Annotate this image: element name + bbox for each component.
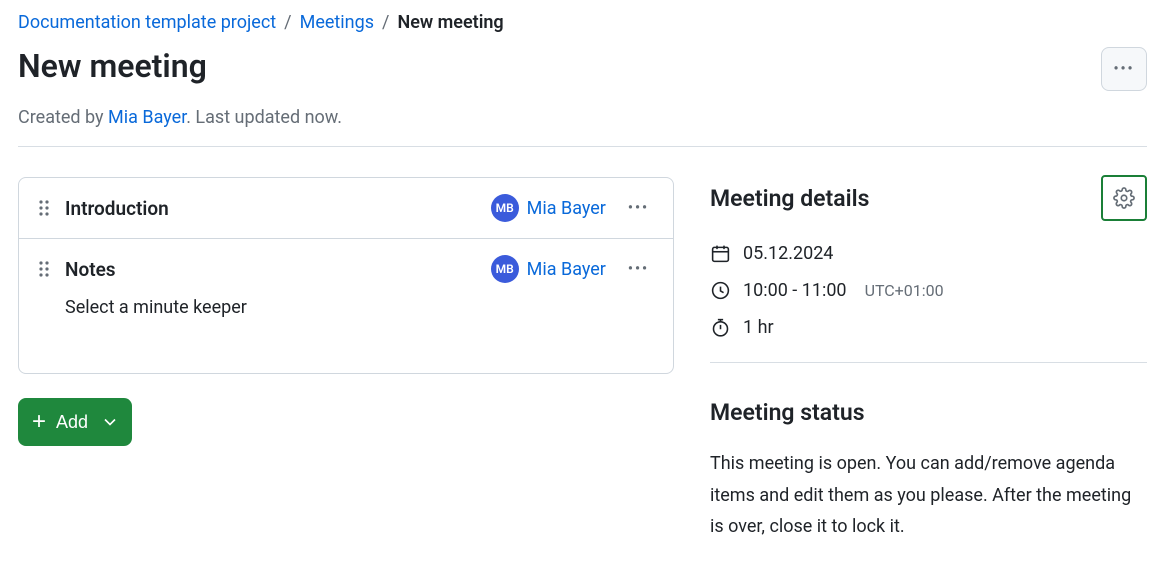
drag-handle-icon[interactable]: [35, 199, 53, 217]
detail-date-row: 05.12.2024: [710, 243, 1147, 264]
detail-time-value: 10:00 - 11:00: [743, 280, 847, 301]
stopwatch-icon: [710, 317, 731, 338]
plus-icon: +: [32, 410, 46, 434]
drag-handle-icon[interactable]: [35, 260, 53, 278]
detail-time-row: 10:00 - 11:00 UTC+01:00: [710, 280, 1147, 301]
chevron-down-icon: [104, 418, 116, 426]
agenda-item-title: Introduction: [65, 197, 491, 220]
settings-button[interactable]: [1101, 175, 1147, 221]
add-button[interactable]: + Add: [18, 398, 132, 446]
breadcrumb-link-meetings[interactable]: Meetings: [300, 10, 374, 35]
agenda-item-more-button[interactable]: •••: [624, 257, 653, 281]
breadcrumb-link-project[interactable]: Documentation template project: [18, 10, 276, 35]
breadcrumb-separator: /: [284, 10, 291, 35]
page-title: New meeting: [18, 47, 207, 85]
avatar: MB: [491, 255, 519, 283]
detail-timezone: UTC+01:00: [865, 281, 944, 300]
agenda-item-assignee[interactable]: Mia Bayer: [527, 259, 606, 280]
breadcrumb-current: New meeting: [397, 10, 503, 35]
detail-duration-row: 1 hr: [710, 317, 1147, 338]
breadcrumb: Documentation template project / Meeting…: [18, 8, 1147, 41]
agenda-item-more-button[interactable]: •••: [624, 196, 653, 220]
page-meta: Created by Mia Bayer. Last updated now.: [18, 107, 1147, 147]
meeting-status-heading: Meeting status: [710, 399, 1147, 426]
meeting-status-text: This meeting is open. You can add/remove…: [710, 448, 1147, 543]
agenda-item: Introduction MB Mia Bayer •••: [19, 178, 673, 238]
agenda-item-assignee[interactable]: Mia Bayer: [527, 198, 606, 219]
clock-icon: [710, 280, 731, 301]
detail-duration-value: 1 hr: [743, 317, 774, 338]
detail-date-value: 05.12.2024: [743, 243, 833, 264]
meta-updated-suffix: . Last updated now.: [186, 107, 342, 128]
meeting-details-heading: Meeting details: [710, 185, 869, 212]
more-icon: •••: [1113, 61, 1134, 77]
meta-created-prefix: Created by: [18, 107, 108, 128]
agenda-item-body[interactable]: Select a minute keeper: [65, 297, 653, 357]
page-author-link[interactable]: Mia Bayer: [108, 107, 186, 128]
agenda-list: Introduction MB Mia Bayer ••• Notes MB M…: [18, 177, 674, 374]
agenda-item-title: Notes: [65, 258, 491, 281]
add-button-label: Add: [56, 412, 88, 433]
breadcrumb-separator: /: [382, 10, 389, 35]
gear-icon: [1113, 187, 1135, 209]
avatar: MB: [491, 194, 519, 222]
agenda-item: Notes MB Mia Bayer ••• Select a minute k…: [19, 238, 673, 373]
page-more-button[interactable]: •••: [1101, 47, 1147, 91]
calendar-icon: [710, 243, 731, 264]
